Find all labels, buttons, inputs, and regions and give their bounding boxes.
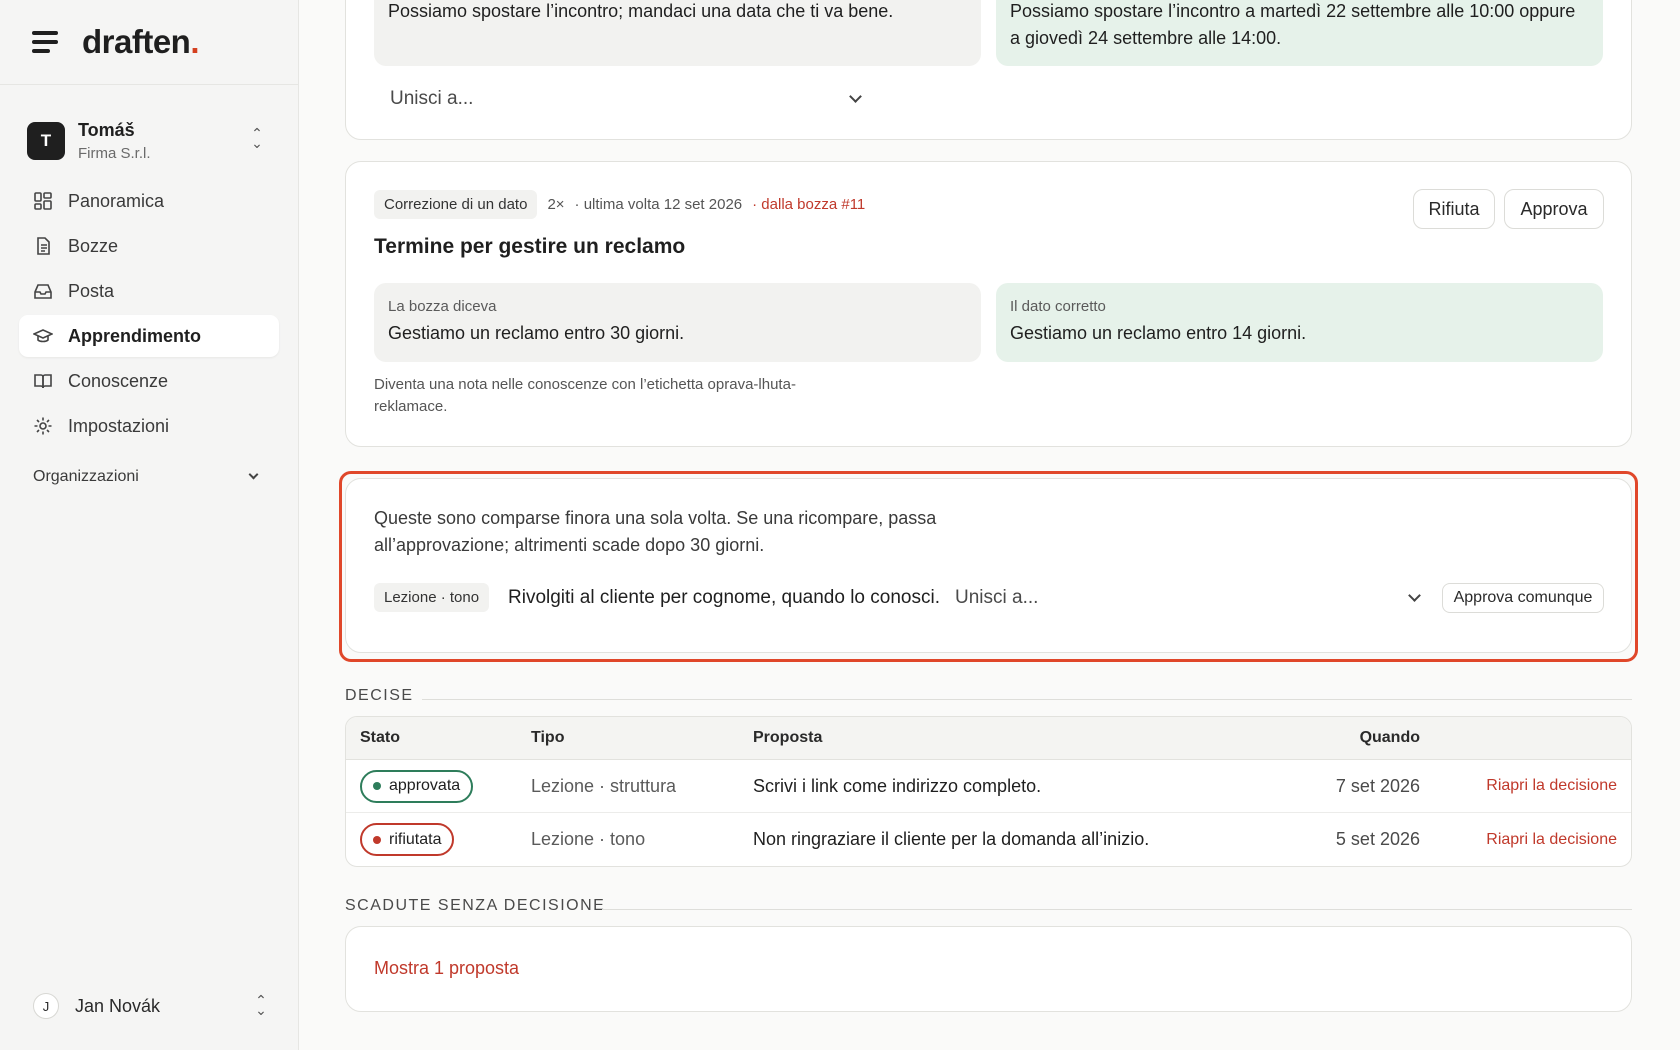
row-when: 5 set 2026 (1335, 829, 1420, 849)
occurrence-count: 2× (547, 196, 565, 213)
main-content: Possiamo spostare l’incontro; mandaci un… (299, 0, 1680, 1050)
sidebar-item-label: Impostazioni (68, 415, 170, 436)
merge-select[interactable]: Unisci a... (390, 83, 862, 115)
proposal-title: Termine per gestire un reclamo (374, 235, 686, 258)
expired-card: Mostra 1 proposta (345, 926, 1632, 1012)
merge-select[interactable]: Unisci a... (955, 582, 1421, 614)
inbox-icon (34, 284, 52, 299)
merge-select-placeholder: Unisci a... (390, 88, 474, 109)
organizations-label: Organizzazioni (33, 468, 139, 485)
column-when: Quando (1359, 729, 1420, 746)
chevron-down-icon (248, 469, 259, 480)
row-when: 7 set 2026 (1335, 775, 1420, 796)
reopen-decision-link[interactable]: Riapri la decisione (1486, 831, 1617, 849)
account-org: Firma S.r.l. (78, 145, 151, 162)
table-row: rifiutata Lezione · tono Non ringraziare… (346, 813, 1631, 866)
table-header: Stato Tipo Proposta Quando (346, 717, 1631, 760)
last-seen: · ultima volta 12 set 2026 (574, 196, 743, 213)
organizations-group[interactable]: Organizzazioni (33, 468, 263, 486)
sidebar-item-conoscenze[interactable]: Conoscenze (19, 360, 279, 402)
section-divider (602, 909, 1632, 910)
lesson-type-tag: Lezione · tono (374, 583, 490, 612)
gear-icon (34, 417, 52, 435)
status-dot (373, 782, 381, 790)
original-label: La bozza diceva (388, 298, 497, 315)
dashboard-icon (34, 192, 52, 210)
row-proposal: Non ringraziare il cliente per la domand… (753, 829, 1150, 849)
corrected-text: Gestiamo un reclamo entro 14 giorni. (1010, 323, 1307, 343)
proposal-card: Correzione di un dato 2× · ultima volta … (345, 161, 1632, 447)
status-dot (373, 835, 381, 844)
knowledge-note: Diventa una nota nelle conoscenze con l’… (374, 376, 796, 415)
user-menu[interactable]: J Jan Novák ⌃ ⌄ (33, 993, 268, 1019)
original-text: Possiamo spostare l’incontro; mandaci un… (388, 1, 894, 21)
column-proposal: Proposta (753, 729, 823, 746)
original-text-box: Possiamo spostare l’incontro; mandaci un… (374, 0, 981, 66)
original-text-box: La bozza diceva Gestiamo un reclamo entr… (374, 283, 981, 362)
chevron-down-icon (849, 90, 862, 103)
section-divider (422, 699, 1632, 700)
graduation-cap-icon (33, 329, 53, 343)
sidebar-item-posta[interactable]: Posta (19, 270, 279, 312)
document-icon (37, 237, 50, 255)
account-avatar: T (27, 122, 65, 160)
sidebar-item-label: Conoscenze (68, 370, 169, 391)
corrected-text: Possiamo spostare l’incontro a martedì 2… (1010, 1, 1576, 48)
sidebar-item-panoramica[interactable]: Panoramica (19, 180, 279, 222)
show-expired-link[interactable]: Mostra 1 proposta (374, 958, 519, 979)
proposal-type-tag: Correzione di un dato (374, 190, 538, 219)
user-avatar: J (33, 993, 59, 1019)
sidebar: draften. T Tomáš Firma S.r.l. ⌃ ⌄ Panoram… (0, 0, 299, 1050)
approve-button[interactable]: Approva (1504, 189, 1604, 229)
decided-table: Stato Tipo Proposta Quando approvata Lez… (345, 716, 1632, 867)
column-status: Stato (360, 729, 400, 746)
sidebar-item-apprendimento[interactable]: Apprendimento (19, 315, 279, 357)
book-icon (34, 374, 52, 389)
sidebar-item-bozze[interactable]: Bozze (19, 225, 279, 267)
corrected-label: Il dato corretto (1010, 298, 1106, 315)
row-type: Lezione · struttura (531, 775, 677, 796)
proposal-card: Possiamo spostare l’incontro; mandaci un… (345, 0, 1632, 140)
user-name: Jan Novák (75, 995, 161, 1016)
original-text: Gestiamo un reclamo entro 30 giorni. (388, 323, 685, 343)
source-draft-link[interactable]: · dalla bozza #11 (752, 196, 865, 213)
merge-select-placeholder: Unisci a... (955, 587, 1039, 608)
menu-icon[interactable] (32, 31, 58, 53)
row-proposal: Scrivi i link come indirizzo completo. (753, 775, 1042, 796)
sidebar-item-impostazioni[interactable]: Impostazioni (19, 405, 279, 447)
row-type: Lezione · tono (531, 829, 646, 849)
logo[interactable]: draften. (82, 23, 199, 61)
column-type: Tipo (531, 729, 565, 746)
sidebar-item-label: Panoramica (68, 190, 165, 211)
table-row: approvata Lezione · struttura Scrivi i l… (346, 760, 1631, 813)
reject-button[interactable]: Rifiuta (1413, 189, 1495, 229)
lesson-text: Rivolgiti al cliente per cognome, quando… (508, 587, 940, 608)
chevron-up-down-icon: ⌃ ⌄ (251, 125, 263, 151)
sidebar-item-label: Bozze (68, 235, 119, 256)
decided-section-title: DECISE (345, 687, 414, 704)
sidebar-item-label: Posta (68, 280, 115, 301)
single-occurrence-intro: Queste sono comparse finora una sola vol… (374, 508, 937, 555)
account-switcher[interactable]: T Tomáš Firma S.r.l. ⌃ ⌄ (27, 116, 272, 166)
account-name: Tomáš (78, 120, 135, 140)
chevron-up-down-icon: ⌃ ⌄ (255, 992, 267, 1018)
expired-section-title: SCADUTE SENZA DECISIONE (345, 897, 606, 914)
corrected-text-box: Possiamo spostare l’incontro a martedì 2… (996, 0, 1603, 66)
sidebar-item-label: Apprendimento (68, 325, 201, 346)
status-badge: rifiutata (360, 823, 455, 856)
reopen-decision-link[interactable]: Riapri la decisione (1486, 777, 1617, 795)
corrected-text-box: Il dato corretto Gestiamo un reclamo ent… (996, 283, 1603, 362)
brand-row: draften. (0, 0, 298, 85)
approve-anyway-button[interactable]: Approva comunque (1442, 583, 1604, 613)
chevron-down-icon (1408, 589, 1421, 602)
single-occurrence-card: Queste sono comparse finora una sola vol… (345, 478, 1632, 653)
sidebar-nav: Panoramica Bozze Posta Apprendimento Con… (19, 180, 279, 450)
status-badge: approvata (360, 769, 474, 803)
